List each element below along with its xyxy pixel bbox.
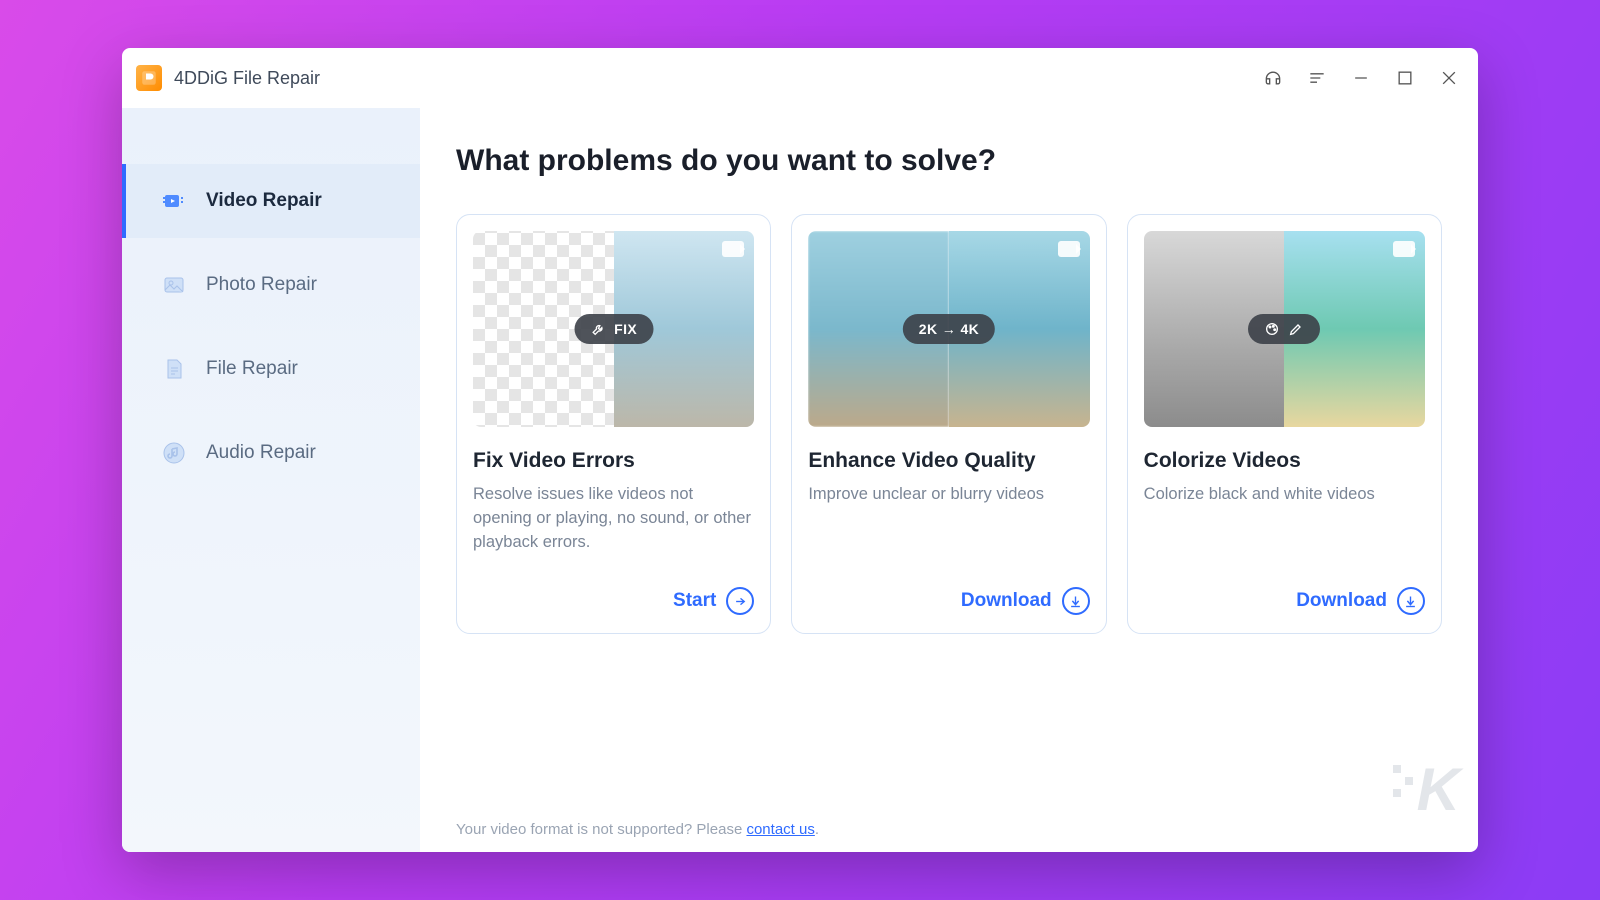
headset-icon[interactable] (1260, 65, 1286, 91)
camera-icon (1058, 241, 1080, 257)
footer-suffix: . (815, 821, 819, 838)
close-button[interactable] (1436, 65, 1462, 91)
card-title: Fix Video Errors (473, 449, 754, 473)
sidebar-item-photo-repair[interactable]: Photo Repair (122, 248, 420, 322)
camera-icon (722, 241, 744, 257)
brush-icon (1288, 321, 1304, 337)
badge-text: FIX (614, 321, 637, 337)
video-icon (160, 187, 188, 215)
start-button[interactable]: Start (673, 587, 754, 615)
download-button[interactable]: Download (1296, 587, 1425, 615)
sidebar-item-video-repair[interactable]: Video Repair (122, 164, 420, 238)
card-enhance-video-quality[interactable]: 2K → 4K Enhance Video Quality Improve un… (791, 214, 1106, 634)
download-icon (1062, 587, 1090, 615)
footer-note: Your video format is not supported? Plea… (456, 821, 819, 838)
card-desc: Resolve issues like videos not opening o… (473, 483, 754, 555)
card-image: FIX (473, 231, 754, 427)
action-label: Download (1296, 590, 1387, 612)
wrench-icon (590, 321, 606, 337)
sidebar-item-label: Photo Repair (206, 274, 317, 296)
card-image: 2K → 4K (808, 231, 1089, 427)
audio-icon (160, 439, 188, 467)
download-button[interactable]: Download (961, 587, 1090, 615)
card-colorize-videos[interactable]: Colorize Videos Colorize black and white… (1127, 214, 1442, 634)
palette-icon (1264, 321, 1280, 337)
watermark: K (1417, 755, 1458, 824)
footer-text: Your video format is not supported? Plea… (456, 821, 746, 838)
app-logo-icon (136, 65, 162, 91)
card-badge: FIX (574, 314, 653, 344)
camera-icon (1393, 241, 1415, 257)
card-desc: Improve unclear or blurry videos (808, 483, 1089, 507)
card-image (1144, 231, 1425, 427)
sidebar: Video Repair Photo Repair File Repair Au… (122, 108, 420, 852)
card-desc: Colorize black and white videos (1144, 483, 1425, 507)
menu-icon[interactable] (1304, 65, 1330, 91)
contact-us-link[interactable]: contact us (746, 821, 814, 838)
file-icon (160, 355, 188, 383)
titlebar-left: 4DDiG File Repair (136, 65, 320, 91)
sidebar-item-audio-repair[interactable]: Audio Repair (122, 416, 420, 490)
cards-row: FIX Fix Video Errors Resolve issues like… (456, 214, 1442, 634)
page-title: What problems do you want to solve? (456, 144, 1442, 178)
action-label: Start (673, 590, 716, 612)
sidebar-item-file-repair[interactable]: File Repair (122, 332, 420, 406)
card-title: Enhance Video Quality (808, 449, 1089, 473)
card-fix-video-errors[interactable]: FIX Fix Video Errors Resolve issues like… (456, 214, 771, 634)
card-badge (1248, 314, 1320, 344)
maximize-button[interactable] (1392, 65, 1418, 91)
badge-text: 2K → 4K (919, 321, 979, 337)
card-badge: 2K → 4K (903, 314, 995, 344)
app-window: 4DDiG File Repair Video Repair Photo Rep… (122, 48, 1478, 852)
sidebar-item-label: File Repair (206, 358, 298, 380)
titlebar: 4DDiG File Repair (122, 48, 1478, 108)
download-icon (1397, 587, 1425, 615)
action-label: Download (961, 590, 1052, 612)
sidebar-item-label: Audio Repair (206, 442, 316, 464)
app-title: 4DDiG File Repair (174, 68, 320, 89)
minimize-button[interactable] (1348, 65, 1374, 91)
card-title: Colorize Videos (1144, 449, 1425, 473)
photo-icon (160, 271, 188, 299)
sidebar-item-label: Video Repair (206, 190, 322, 212)
window-controls (1260, 65, 1462, 91)
main-content: What problems do you want to solve? FIX … (420, 108, 1478, 852)
arrow-right-icon (726, 587, 754, 615)
app-body: Video Repair Photo Repair File Repair Au… (122, 108, 1478, 852)
